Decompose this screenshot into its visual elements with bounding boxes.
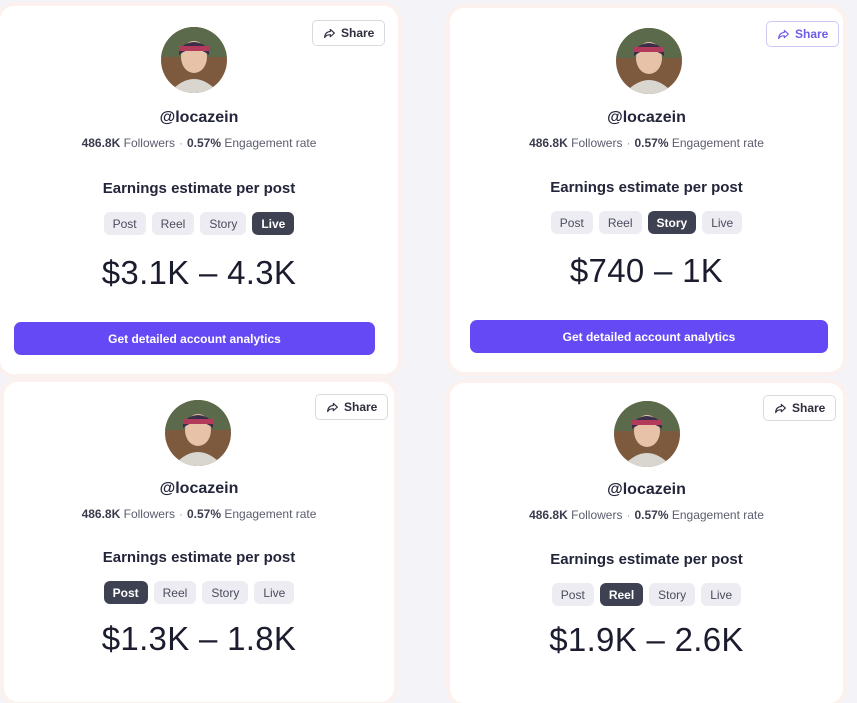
- tab-live[interactable]: Live: [701, 583, 742, 606]
- creator-card-1: Share @locazein 486.8K Followers · 0.57% E…: [0, 6, 398, 374]
- earnings-heading: Earnings estimate per post: [102, 180, 296, 197]
- tab-post[interactable]: Post: [551, 583, 594, 606]
- tab-live[interactable]: Live: [702, 211, 743, 234]
- tab-story[interactable]: Story: [649, 583, 696, 606]
- tab-story[interactable]: Story: [202, 581, 249, 604]
- engagement-rate-value: 0.57%: [186, 507, 222, 521]
- tab-live[interactable]: Live: [252, 212, 295, 235]
- share-button[interactable]: Share: [315, 394, 389, 420]
- share-label: Share: [795, 27, 829, 41]
- engagement-rate-label: Engagement rate: [671, 136, 764, 150]
- avatar: [614, 401, 680, 467]
- engagement-rate-label: Engagement rate: [671, 508, 764, 522]
- share-label: Share: [344, 400, 378, 414]
- content-type-tabs: Post Reel Story Live: [450, 211, 843, 234]
- followers-count: 486.8K: [81, 136, 121, 150]
- share-button[interactable]: Share: [766, 21, 840, 47]
- share-label: Share: [341, 26, 375, 40]
- share-button[interactable]: Share: [763, 395, 837, 421]
- creator-card-2: Share @locazein 486.8K Followers · 0.57% E…: [450, 8, 843, 372]
- analytics-button[interactable]: Get detailed account analytics: [14, 322, 375, 355]
- followers-label: Followers: [571, 508, 623, 522]
- account-handle: @locazein: [607, 109, 686, 126]
- account-handle: @locazein: [159, 109, 239, 126]
- stats-separator: ·: [178, 507, 183, 521]
- share-arrow-icon: [778, 29, 789, 39]
- engagement-rate-label: Engagement rate: [224, 507, 317, 521]
- stats-separator: ·: [626, 508, 631, 522]
- account-stats: 486.8K Followers · 0.57% Engagement rate: [0, 136, 398, 150]
- share-arrow-icon: [775, 403, 786, 413]
- earnings-price-range: $1.9K – 2.6K: [549, 621, 744, 658]
- followers-label: Followers: [571, 136, 623, 150]
- tab-reel[interactable]: Reel: [151, 212, 195, 235]
- tab-reel[interactable]: Reel: [153, 581, 197, 604]
- followers-count: 486.8K: [529, 136, 568, 150]
- tab-reel[interactable]: Reel: [599, 583, 644, 606]
- tab-post[interactable]: Post: [103, 581, 148, 604]
- earnings-price-range: $740 – 1K: [569, 252, 724, 289]
- account-stats: 486.8K Followers · 0.57% Engagement rate: [4, 507, 394, 521]
- account-handle: @locazein: [159, 480, 239, 497]
- avatar: [161, 27, 227, 93]
- tab-post[interactable]: Post: [103, 212, 146, 235]
- share-arrow-icon: [324, 28, 335, 38]
- tab-story[interactable]: Story: [200, 212, 247, 235]
- tab-story[interactable]: Story: [647, 211, 697, 234]
- creator-card-4: Share @locazein 486.8K Followers · 0.57% E…: [450, 383, 843, 703]
- engagement-rate-value: 0.57%: [186, 136, 222, 150]
- tab-post[interactable]: Post: [550, 211, 593, 234]
- earnings-price-range: $1.3K – 1.8K: [101, 620, 297, 657]
- stats-separator: ·: [178, 136, 183, 150]
- tab-reel[interactable]: Reel: [598, 211, 642, 234]
- earnings-heading: Earnings estimate per post: [102, 549, 296, 566]
- tab-live[interactable]: Live: [254, 581, 295, 604]
- earnings-heading: Earnings estimate per post: [550, 551, 743, 568]
- avatar: [616, 28, 682, 94]
- share-button[interactable]: Share: [312, 20, 386, 46]
- share-arrow-icon: [327, 402, 338, 412]
- earnings-heading: Earnings estimate per post: [550, 179, 743, 196]
- content-type-tabs: Post Reel Story Live: [0, 212, 398, 235]
- engagement-rate-value: 0.57%: [634, 508, 669, 522]
- stats-separator: ·: [626, 136, 631, 150]
- followers-label: Followers: [123, 507, 175, 521]
- content-type-tabs: Post Reel Story Live: [450, 583, 843, 606]
- content-type-tabs: Post Reel Story Live: [4, 581, 394, 604]
- account-handle: @locazein: [607, 481, 686, 498]
- followers-label: Followers: [123, 136, 175, 150]
- engagement-rate-value: 0.57%: [634, 136, 669, 150]
- followers-count: 486.8K: [81, 507, 121, 521]
- account-stats: 486.8K Followers · 0.57% Engagement rate: [450, 136, 843, 150]
- followers-count: 486.8K: [529, 508, 568, 522]
- earnings-price-range: $3.1K – 4.3K: [101, 254, 297, 291]
- engagement-rate-label: Engagement rate: [224, 136, 317, 150]
- analytics-button[interactable]: Get detailed account analytics: [470, 320, 828, 353]
- account-stats: 486.8K Followers · 0.57% Engagement rate: [450, 508, 843, 522]
- share-label: Share: [792, 401, 826, 415]
- creator-card-3: Share @locazein 486.8K Followers · 0.57% E…: [4, 382, 394, 702]
- avatar: [165, 400, 231, 466]
